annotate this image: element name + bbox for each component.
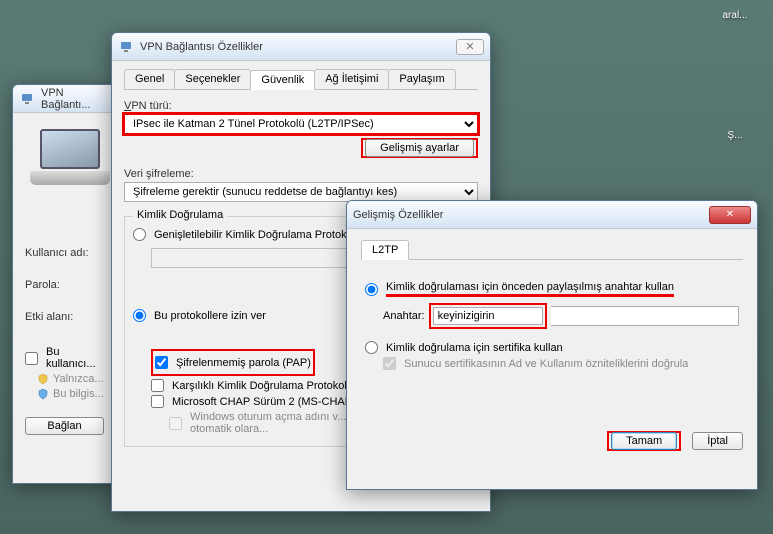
tab-options[interactable]: Seçenekler (174, 69, 251, 89)
window-title: VPN Bağlantısı Özellikler (140, 41, 456, 53)
allow-protocols-radio[interactable] (133, 309, 146, 322)
tab-network[interactable]: Ağ İletişimi (314, 69, 389, 89)
auth-legend: Kimlik Doğrulama (133, 209, 227, 221)
save-credentials-checkbox[interactable] (25, 352, 38, 365)
username-label: Kullanıcı adı: (25, 247, 104, 259)
preshared-key-radio[interactable] (365, 283, 378, 296)
tab-l2tp[interactable]: L2TP (361, 240, 409, 260)
key-input[interactable] (433, 307, 543, 325)
tab-strip: Genel Seçenekler Güvenlik Ağ İletişimi P… (124, 69, 478, 90)
connect-button[interactable]: Bağlan (25, 417, 104, 435)
chap-checkbox[interactable] (151, 379, 164, 392)
shield-icon (37, 373, 49, 385)
shield-icon (37, 388, 49, 400)
vpn-type-select[interactable]: IPsec ile Katman 2 Tünel Protokolü (L2TP… (124, 114, 478, 134)
advanced-settings-button[interactable]: Gelişmiş ayarlar (365, 139, 474, 157)
pap-checkbox[interactable] (155, 356, 168, 369)
window-title: Gelişmiş Özellikler (353, 209, 709, 221)
ok-button[interactable]: Tamam (611, 432, 677, 450)
tab-general[interactable]: Genel (124, 69, 175, 89)
verify-cert-checkbox (383, 357, 396, 370)
desktop-icon[interactable]: aral... (705, 10, 765, 21)
encryption-select[interactable]: Şifreleme gerektir (sunucu reddetse de b… (124, 182, 478, 202)
certificate-radio[interactable] (365, 341, 378, 354)
window-title: VPN Bağlantı... (41, 87, 110, 111)
encryption-label: Veri şifreleme: (124, 168, 478, 180)
winlogon-checkbox (169, 417, 182, 430)
desktop-icon[interactable]: Ş... (705, 130, 765, 141)
vpn-type-label: VVPN türü:PN türü: (124, 100, 478, 112)
vpn-connection-window: VPN Bağlantı... Kullanıcı adı: Parola: E… (12, 84, 117, 484)
domain-label: Etki alanı: (25, 311, 104, 323)
tab-sharing[interactable]: Paylaşım (388, 69, 455, 89)
mschap-checkbox[interactable] (151, 395, 164, 408)
key-label: Anahtar: (383, 310, 425, 322)
close-button[interactable]: ✕ (709, 206, 751, 224)
eap-radio[interactable] (133, 228, 146, 241)
network-icon (19, 91, 35, 107)
tab-security[interactable]: Güvenlik (250, 70, 315, 90)
close-button[interactable]: ✕ (456, 39, 484, 55)
advanced-properties-dialog: Gelişmiş Özellikler ✕ L2TP Kimlik doğrul… (346, 200, 758, 490)
network-icon (118, 39, 134, 55)
laptop-image (25, 129, 115, 199)
password-label: Parola: (25, 279, 104, 291)
cancel-button[interactable]: İptal (692, 432, 743, 450)
